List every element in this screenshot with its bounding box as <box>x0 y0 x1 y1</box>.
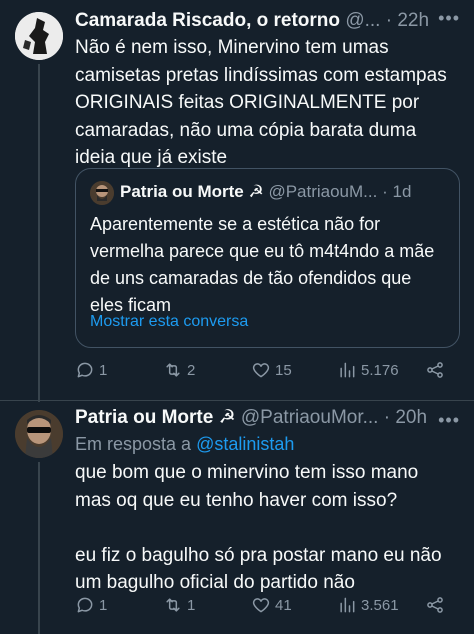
share-icon <box>427 362 443 378</box>
share-button[interactable] <box>425 360 445 380</box>
separator-dot: · <box>383 407 391 428</box>
timestamp[interactable]: 22h <box>397 10 429 31</box>
display-name[interactable]: Camarada Riscado, o retorno <box>75 10 340 31</box>
like-count: 41 <box>275 596 292 614</box>
quote-text: Aparentemente se a estética não for verm… <box>90 214 435 315</box>
like-icon <box>252 363 270 378</box>
retweet-icon <box>166 363 180 377</box>
reply-mention-link[interactable]: @stalinistah <box>196 434 294 454</box>
user-handle[interactable]: @PatriaouMor... <box>241 407 379 428</box>
action-bar: 1 1 41 3.561 <box>75 595 455 621</box>
avatar <box>90 181 114 205</box>
display-name[interactable]: Patria ou Morte ☭ <box>75 407 236 428</box>
more-icon[interactable]: ••• <box>438 410 460 431</box>
retweet-icon <box>166 598 180 612</box>
separator-dot: · <box>382 182 388 201</box>
reply-button[interactable]: 1 <box>75 360 107 380</box>
views-icon <box>340 362 355 378</box>
reply-context: Em resposta a @stalinistah <box>75 432 294 456</box>
views-button[interactable]: 5.176 <box>337 360 399 380</box>
user-handle: @PatriaouM... <box>268 182 378 201</box>
tweet-text: Não é nem isso, Minervino tem umas camis… <box>75 37 447 168</box>
views-button[interactable]: 3.561 <box>337 595 399 615</box>
tweet-header: Patria ou Morte ☭ @PatriaouMor... · 20h <box>75 406 427 430</box>
tweet-text: que bom que o minervino tem isso mano ma… <box>75 462 442 593</box>
tweet-divider <box>0 400 474 401</box>
reply-button[interactable]: 1 <box>75 595 107 615</box>
action-bar: 1 2 15 5.176 <box>75 360 455 386</box>
avatar[interactable] <box>15 12 63 60</box>
like-icon <box>252 598 270 613</box>
like-count: 15 <box>275 361 292 379</box>
display-name: Patria ou Morte ☭ <box>120 182 264 201</box>
more-icon[interactable]: ••• <box>438 8 460 29</box>
thread-line <box>38 64 40 402</box>
views-count: 3.561 <box>361 596 399 614</box>
retweet-button[interactable]: 1 <box>163 595 195 615</box>
reply-count: 1 <box>99 361 108 379</box>
retweet-count: 1 <box>187 596 196 614</box>
quote-header: Patria ou Morte ☭ @PatriaouM... · 1d <box>120 181 411 203</box>
user-handle[interactable]: @... <box>345 10 380 31</box>
retweet-button[interactable]: 2 <box>163 360 195 380</box>
avatar[interactable] <box>15 410 63 458</box>
views-count: 5.176 <box>361 361 399 379</box>
like-button[interactable]: 15 <box>251 360 292 380</box>
reply-icon <box>77 362 93 378</box>
reply-count: 1 <box>99 596 108 614</box>
separator-dot: · <box>385 10 393 31</box>
reply-icon <box>77 597 93 613</box>
show-conversation-link[interactable]: Mostrar esta conversa <box>90 313 248 331</box>
views-icon <box>340 597 355 613</box>
share-icon <box>427 597 443 613</box>
share-button[interactable] <box>425 595 445 615</box>
like-button[interactable]: 41 <box>251 595 292 615</box>
timestamp: 1d <box>392 182 412 201</box>
quoted-tweet[interactable]: Patria ou Morte ☭ @PatriaouM... · 1d Apa… <box>75 168 460 348</box>
thread-line <box>38 462 40 634</box>
tweet-header: Camarada Riscado, o retorno @... · 22h <box>75 9 429 33</box>
retweet-count: 2 <box>187 361 196 379</box>
timestamp[interactable]: 20h <box>395 407 427 428</box>
reply-prefix: Em resposta a <box>75 434 192 454</box>
